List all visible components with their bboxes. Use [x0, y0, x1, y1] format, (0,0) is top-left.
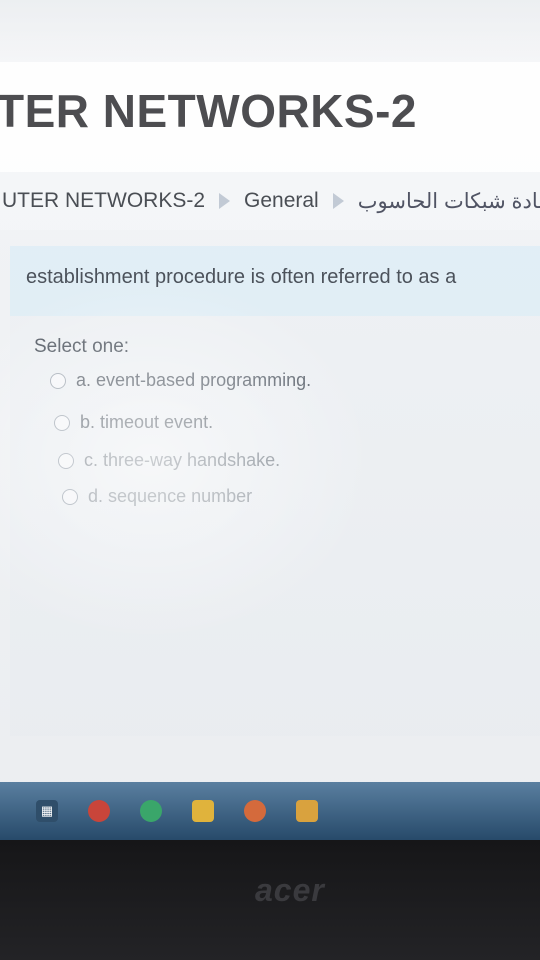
breadcrumb-course-link[interactable]: UTER NETWORKS-2	[0, 189, 211, 213]
answer-option-label: c. three-way handshake.	[84, 450, 281, 470]
store-icon[interactable]	[296, 800, 318, 822]
breadcrumb-arrow-icon	[332, 193, 344, 209]
radio-button[interactable]	[50, 372, 66, 389]
browser-screen: TER NETWORKS-2 UTER NETWORKS-2 General إ…	[0, 0, 540, 840]
breadcrumb-general-link[interactable]: General	[238, 189, 325, 213]
course-title: TER NETWORKS-2	[0, 85, 417, 137]
answer-area: Select one: a. event-based programming. …	[10, 316, 540, 736]
answer-option-c[interactable]: c. three-way handshake.	[58, 450, 280, 471]
radio-button[interactable]	[54, 414, 70, 431]
answer-option-b[interactable]: b. timeout event.	[54, 412, 213, 433]
breadcrumb-quiz-link[interactable]: إعادة شبكات الحاسوب	[352, 189, 540, 214]
course-header: TER NETWORKS-2	[0, 62, 540, 172]
monitor-bezel: acer	[0, 840, 540, 960]
answer-option-label: d. sequence number	[88, 486, 253, 506]
app-icon[interactable]	[244, 800, 266, 822]
question-box: establishment procedure is often referre…	[10, 246, 540, 316]
radio-button[interactable]	[62, 488, 78, 505]
windows-taskbar: ▦	[0, 782, 540, 840]
file-explorer-icon[interactable]	[192, 800, 214, 822]
answer-option-d[interactable]: d. sequence number	[62, 486, 252, 507]
answer-option-label: b. timeout event.	[80, 412, 214, 432]
breadcrumb: UTER NETWORKS-2 General إعادة شبكات الحا…	[0, 172, 540, 230]
radio-button[interactable]	[58, 452, 74, 469]
chrome-icon[interactable]	[88, 800, 110, 822]
breadcrumb-arrow-icon	[219, 193, 231, 209]
browser-top-strip	[0, 0, 540, 62]
monitor-brand-logo: acer	[255, 872, 325, 908]
task-view-icon[interactable]: ▦	[36, 800, 58, 822]
question-text: establishment procedure is often referre…	[26, 266, 457, 288]
answer-option-a[interactable]: a. event-based programming.	[50, 370, 311, 391]
select-one-label: Select one:	[34, 336, 130, 357]
edge-icon[interactable]	[140, 800, 162, 822]
answer-option-label: a. event-based programming.	[76, 370, 312, 390]
page-footer	[60, 732, 540, 782]
